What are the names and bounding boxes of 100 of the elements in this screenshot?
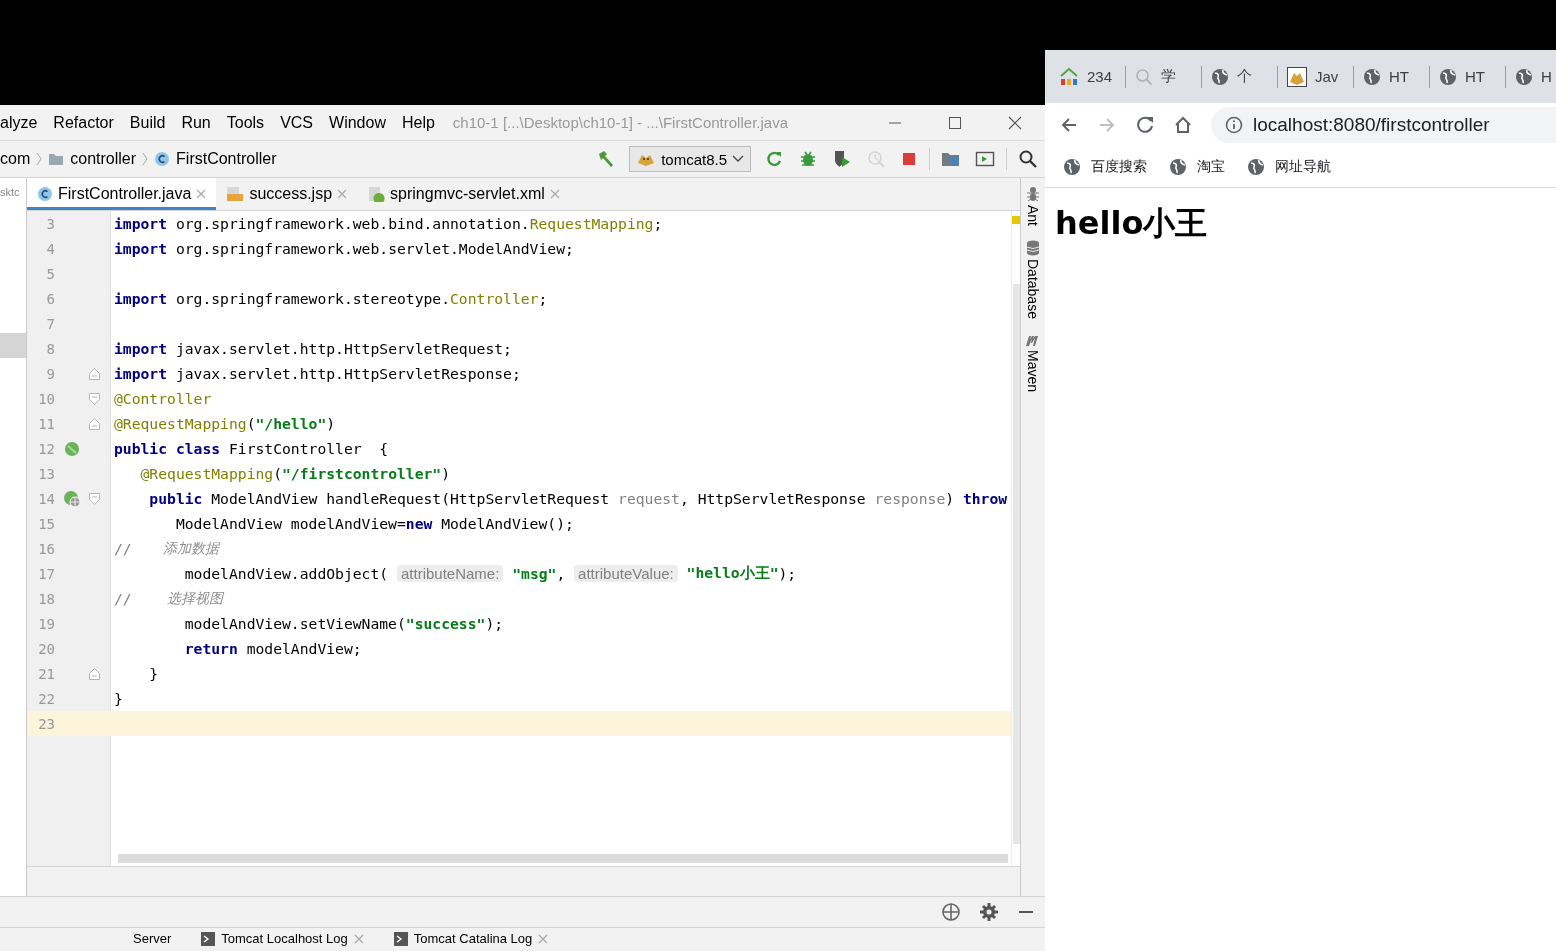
browser-tab[interactable]: HT [1363,67,1429,86]
code-line: ModelAndView modelAndView=new ModelAndView(); [174,514,574,534]
code-line: // 添加数据 [113,538,219,559]
globe-icon [1063,158,1081,176]
code-line: import javax.servlet.http.HttpServletRequest; [113,339,512,359]
tool-tab[interactable]: Server [133,928,172,946]
xml-file-icon [367,186,386,202]
line-number: 18 [37,590,55,607]
menu-item[interactable]: Tools [226,111,265,134]
breadcrumb[interactable]: com [0,150,31,168]
caret-icon [732,154,744,164]
chevron-icon [36,152,43,166]
breadcrumb[interactable]: controller [48,150,137,168]
menu-item[interactable]: Help [401,111,435,134]
close-icon[interactable] [1008,115,1022,130]
console-icon [201,931,216,946]
warning-marker-icon[interactable] [1012,216,1020,224]
fold-marker-icon[interactable] [89,392,100,405]
code-line: @RequestMapping("/hello") [113,414,336,434]
stop-icon[interactable] [900,150,918,168]
line-number: 13 [37,465,55,482]
breadcrumb[interactable]: FirstController [154,150,277,168]
reload-icon[interactable] [1135,115,1155,135]
chevron-icon [142,152,149,166]
search-icon[interactable] [1018,149,1038,169]
browser-tab[interactable]: H [1515,67,1556,86]
menu-item[interactable]: Window [329,111,386,134]
line-number: 12 [37,440,55,457]
line-number: 22 [37,690,55,707]
browser-tab[interactable]: HT [1439,67,1505,86]
line-number: 6 [45,290,55,307]
code-line: import javax.servlet.http.HttpServletResponse; [113,364,521,384]
jsp-file-icon [226,186,245,202]
tool-window-tab[interactable]: Database [1025,259,1041,319]
run-window-icon[interactable] [975,150,995,168]
browser-tab[interactable]: 234 [1059,66,1125,87]
bug-icon[interactable] [798,149,818,169]
tool-window-tab[interactable]: Ant [1025,205,1041,226]
shield-run-icon[interactable] [832,149,852,169]
settings-icon[interactable] [979,902,999,922]
browser-tab[interactable]: Jav [1287,66,1353,87]
fold-marker-icon[interactable] [89,417,100,430]
rerun-icon[interactable] [764,149,784,169]
line-number: 7 [45,315,55,332]
fold-marker-icon[interactable] [89,667,100,680]
menu-item[interactable]: alyze [0,111,38,134]
bookmark[interactable]: 百度搜索 [1063,158,1147,176]
code-line: } [148,664,159,684]
console-icon [393,931,408,946]
globe-icon [1439,67,1457,86]
line-number: 3 [45,215,55,232]
editor-tab[interactable]: FirstController.java [27,178,217,210]
line-number: 20 [37,640,55,657]
horizontal-scrollbar[interactable] [118,854,1008,863]
code-line: @Controller [113,389,212,409]
code-line: import org.springframework.stereotype.Controller; [113,289,548,309]
fold-marker-icon[interactable] [89,492,100,505]
bookmark[interactable]: 网址导航 [1247,158,1331,176]
tree-item[interactable]: sktc [0,186,26,198]
browser-tab[interactable]: 个 [1211,67,1277,86]
run-config-dropdown[interactable]: tomcat8.5 [629,146,751,172]
code-line: modelAndView.setViewName("success"); [183,614,504,634]
fold-marker-icon[interactable] [89,367,100,380]
line-number: 21 [37,665,55,682]
locate-icon[interactable] [941,902,961,922]
maximize-icon[interactable] [948,115,962,130]
spring-web-icon[interactable] [63,489,81,508]
address-bar[interactable]: localhost:8080/firstcontroller [1211,107,1556,143]
menu-item[interactable]: Build [129,111,166,134]
tool-tab[interactable]: Tomcat Localhost Log [201,928,364,946]
tool-tab[interactable]: Tomcat Catalina Log [393,928,549,946]
database-icon[interactable] [1026,240,1040,256]
code-line: @RequestMapping("/firstcontroller") [139,464,451,484]
code-line: return modelAndView; [183,639,362,659]
spring-bean-icon[interactable] [64,440,80,457]
search-icon [1135,67,1153,86]
menu-item[interactable]: VCS [280,111,314,134]
tool-window-tab[interactable]: Maven [1025,349,1041,392]
house-icon [1059,66,1079,87]
line-number: 15 [37,515,55,532]
menu-item[interactable]: Run [181,111,211,134]
line-number: 16 [37,540,55,557]
window-title: ch10-1 [...\Desktop\ch10-1] - ...\FirstController.java [452,114,789,131]
vertical-scrollbar[interactable] [1012,284,1020,844]
cat-icon [1287,66,1307,87]
ant-icon[interactable] [1026,186,1040,202]
line-number: 10 [37,390,55,407]
code-line: public class FirstController { [113,439,389,459]
bookmark[interactable]: 淘宝 [1169,158,1225,176]
folder-icon [48,152,65,166]
browser-tab[interactable]: 学 [1135,67,1201,86]
globe-icon [1169,158,1187,176]
info-icon[interactable] [1225,116,1243,134]
line-number: 14 [37,490,55,507]
menu-item[interactable]: Refactor [53,111,114,134]
home-icon[interactable] [1173,115,1193,135]
line-number: 5 [45,265,55,282]
globe-icon [1247,158,1265,176]
project-structure-icon[interactable] [941,150,961,168]
globe-icon [1211,67,1229,86]
